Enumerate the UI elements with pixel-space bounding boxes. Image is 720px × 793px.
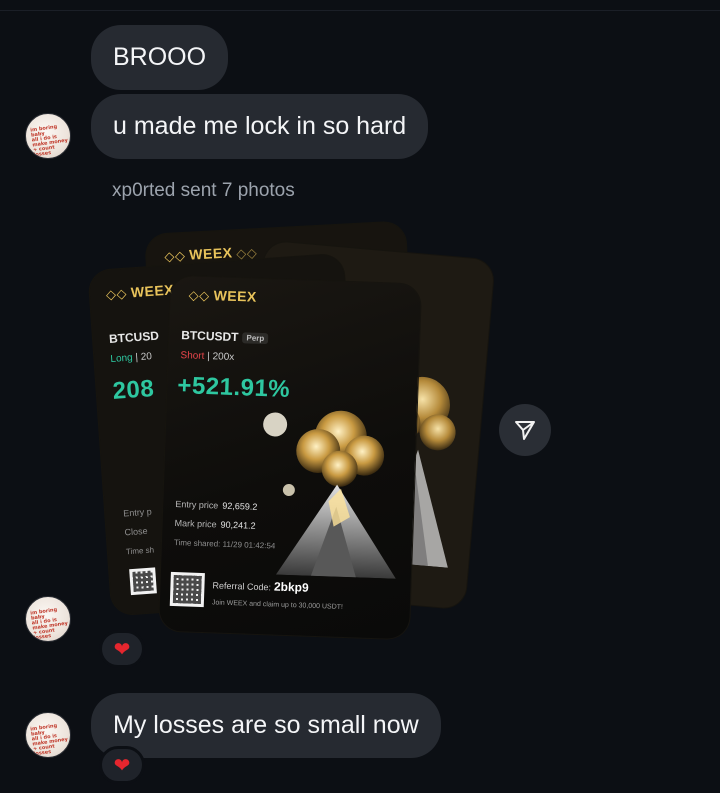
promo-text: Join WEEX and claim up to 30,000 USDT! bbox=[211, 599, 344, 611]
avatar-image: im boring baby all i do is make money + cou… bbox=[29, 722, 69, 758]
brand-logo: ◇◇ WEEX bbox=[105, 281, 175, 303]
heart-reaction[interactable]: ❤ bbox=[99, 746, 145, 784]
weex-logo-icon: ◇◇ bbox=[188, 287, 210, 304]
share-button[interactable] bbox=[499, 404, 551, 456]
message-bubble[interactable]: BROOO bbox=[91, 25, 229, 90]
weex-logo-icon: ◇◇ bbox=[105, 285, 128, 303]
avatar-image: im boring baby all i do is make money + cou… bbox=[29, 606, 69, 642]
brand-logo: ◇◇ WEEX bbox=[188, 287, 258, 305]
send-arrow-icon bbox=[515, 421, 535, 440]
trading-pair: BTCUSDT Perp bbox=[181, 328, 269, 345]
qr-code bbox=[169, 571, 205, 608]
header-divider bbox=[0, 10, 720, 11]
qr-code bbox=[129, 567, 157, 596]
position-side: Long | 20 bbox=[110, 351, 153, 365]
perp-badge: Perp bbox=[242, 332, 269, 345]
heart-reaction[interactable]: ❤ bbox=[99, 630, 145, 668]
heart-icon: ❤ bbox=[113, 754, 131, 777]
message-bubble[interactable]: My losses are so small now bbox=[91, 693, 441, 758]
referral-code: Referral Code: 2bkp9 bbox=[212, 579, 309, 595]
avatar[interactable]: im boring baby all i do is make money + cou… bbox=[25, 712, 71, 758]
weex-logo-icon: ◇◇ bbox=[163, 247, 186, 264]
pnl-percent: 208 bbox=[111, 375, 156, 405]
avatar[interactable]: im boring baby all i do is make money + cou… bbox=[25, 113, 71, 159]
message-bubble[interactable]: u made me lock in so hard bbox=[91, 94, 429, 159]
avatar-image: im boring baby all i do is make money + cou… bbox=[29, 123, 69, 159]
sent-photos-note: xp0rted sent 7 photos bbox=[112, 180, 295, 201]
position-side: Short | 200x bbox=[180, 350, 235, 363]
trading-pair: BTCUSD bbox=[108, 328, 160, 347]
heart-icon: ❤ bbox=[113, 638, 131, 661]
trade-details: Entry price 92,659.2 Mark price 90,241.2 T… bbox=[173, 499, 276, 551]
avatar[interactable]: im boring baby all i do is make money + cou… bbox=[25, 596, 71, 642]
trade-details: Entry p Close Time sh bbox=[122, 506, 155, 557]
photo-card-front[interactable]: ◇◇ WEEX BTCUSDT Perp Short | 200x +521.91% bbox=[158, 275, 422, 640]
volcano-image bbox=[263, 410, 396, 579]
